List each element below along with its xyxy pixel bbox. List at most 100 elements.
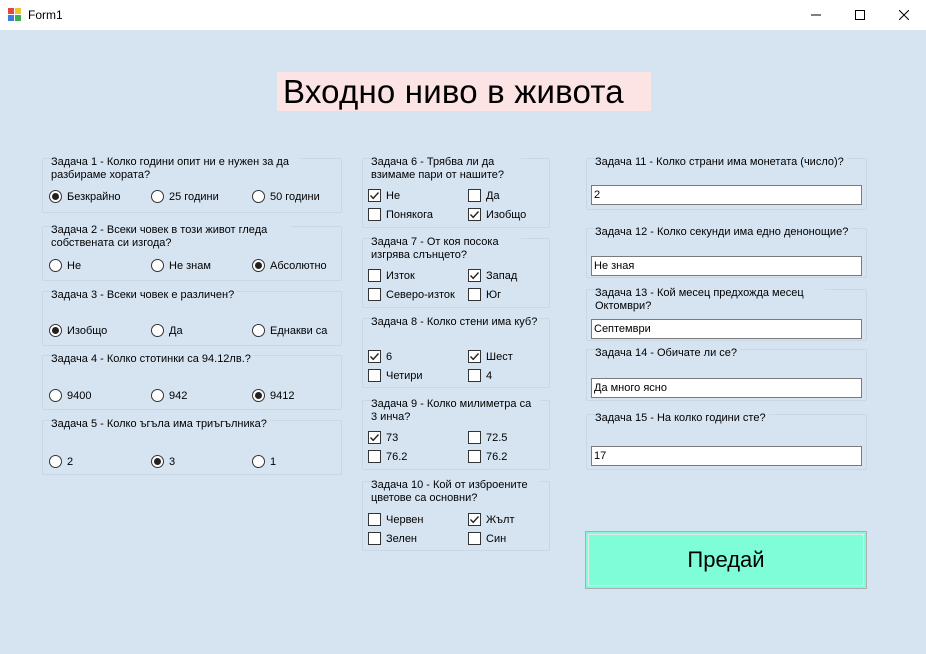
checkbox-option[interactable]: Северо-изток	[368, 288, 455, 301]
submit-button[interactable]: Предай	[585, 531, 867, 589]
radio-option[interactable]: 3	[151, 455, 175, 468]
radio-option[interactable]: Безкрайно	[49, 190, 121, 203]
radio-option[interactable]: 1	[252, 455, 276, 468]
checkbox[interactable]	[468, 369, 481, 382]
checkbox[interactable]	[368, 369, 381, 382]
checkbox[interactable]	[368, 208, 381, 221]
radio-option[interactable]: Да	[151, 324, 183, 337]
checkbox-option[interactable]: Син	[468, 532, 506, 545]
answer-input[interactable]: 2	[591, 185, 862, 205]
checkbox-option[interactable]: Жълт	[468, 513, 515, 526]
maximize-button[interactable]	[837, 0, 883, 30]
radio-option[interactable]: 9400	[49, 389, 91, 402]
checkbox-option[interactable]: 6	[368, 350, 392, 363]
answer-input[interactable]: Септември	[591, 319, 862, 339]
checkbox-option[interactable]: Изобщо	[468, 208, 526, 221]
question-group-1: Задача 1 - Колко години опит ни е нужен …	[42, 156, 342, 213]
option-label: 76.2	[386, 450, 408, 463]
checkbox-option[interactable]: 4	[468, 369, 492, 382]
radio-button[interactable]	[49, 259, 62, 272]
checkbox[interactable]	[468, 288, 481, 301]
question-group-12: Задача 12 - Колко секунди има едно денон…	[586, 226, 867, 278]
radio-button[interactable]	[151, 455, 164, 468]
option-label: 2	[67, 455, 74, 468]
checkbox[interactable]	[468, 532, 481, 545]
radio-button[interactable]	[252, 259, 265, 272]
checkbox[interactable]	[368, 513, 381, 526]
checkbox[interactable]	[368, 269, 381, 282]
radio-option[interactable]: 2	[49, 455, 73, 468]
radio-button[interactable]	[252, 190, 265, 203]
option-label: Не	[67, 259, 82, 272]
question-group-4: Задача 4 - Колко стотинки са 94.12лв.? 9…	[42, 353, 342, 410]
option-label: Зелен	[386, 532, 418, 545]
radio-button[interactable]	[151, 389, 164, 402]
checkbox-option[interactable]: Юг	[468, 288, 501, 301]
checkbox[interactable]	[368, 288, 381, 301]
radio-button[interactable]	[151, 190, 164, 203]
checkbox-option[interactable]: Зелен	[368, 532, 417, 545]
checkbox-option[interactable]: Шест	[468, 350, 513, 363]
maximize-icon	[855, 10, 865, 20]
checkbox[interactable]	[368, 189, 381, 202]
answer-input[interactable]: 17	[591, 446, 862, 466]
checkbox[interactable]	[468, 450, 481, 463]
checkbox-option[interactable]: Да	[468, 189, 500, 202]
radio-option[interactable]: Не	[49, 259, 81, 272]
radio-option[interactable]: Не знам	[151, 259, 211, 272]
radio-button[interactable]	[49, 455, 62, 468]
radio-option[interactable]: 25 години	[151, 190, 219, 203]
checkbox-option[interactable]: Четири	[368, 369, 423, 382]
checkbox[interactable]	[468, 350, 481, 363]
radio-button[interactable]	[151, 259, 164, 272]
checkbox[interactable]	[468, 189, 481, 202]
radio-button[interactable]	[49, 324, 62, 337]
radio-option[interactable]: Еднакви са	[252, 324, 327, 337]
checkbox-option[interactable]: 76.2	[368, 450, 407, 463]
checkbox-option[interactable]: 72.5	[468, 431, 507, 444]
option-label: 3	[169, 455, 176, 468]
checkbox[interactable]	[368, 350, 381, 363]
radio-button[interactable]	[252, 324, 265, 337]
radio-option[interactable]: Изобщо	[49, 324, 107, 337]
radio-button[interactable]	[252, 455, 265, 468]
checkbox[interactable]	[368, 431, 381, 444]
checkbox-option[interactable]: Понякога	[368, 208, 433, 221]
option-label: Не знам	[169, 259, 211, 272]
checkbox-option[interactable]: Запад	[468, 269, 517, 282]
radio-option[interactable]: 50 години	[252, 190, 320, 203]
question-title: Задача 2 - Всеки човек в този живот глед…	[51, 224, 291, 250]
window-titlebar[interactable]: Form1	[0, 0, 926, 30]
checkbox-option[interactable]: Изток	[368, 269, 415, 282]
question-title: Задача 14 - Обичате ли се?	[595, 347, 741, 360]
checkbox[interactable]	[468, 431, 481, 444]
checkbox-option[interactable]: Не	[368, 189, 400, 202]
radio-option[interactable]: 942	[151, 389, 187, 402]
close-button[interactable]	[881, 0, 926, 30]
checkbox[interactable]	[468, 208, 481, 221]
radio-button[interactable]	[151, 324, 164, 337]
checkbox[interactable]	[468, 269, 481, 282]
radio-button[interactable]	[49, 389, 62, 402]
question-group-7: Задача 7 - От коя посока изгрява слънцет…	[362, 236, 550, 308]
checkbox[interactable]	[468, 513, 481, 526]
checkbox[interactable]	[368, 450, 381, 463]
radio-option[interactable]: Абсолютно	[252, 259, 327, 272]
minimize-button[interactable]	[793, 0, 839, 30]
question-group-9: Задача 9 - Колко милиметра са 3 инча? 73…	[362, 398, 550, 470]
checkbox-option[interactable]: 76.2	[468, 450, 507, 463]
option-label: Понякога	[386, 208, 433, 221]
radio-button[interactable]	[252, 389, 265, 402]
question-title: Задача 13 - Кой месец предхожда месец Ок…	[595, 287, 825, 313]
checkbox[interactable]	[368, 532, 381, 545]
answer-input[interactable]: Да много ясно	[591, 378, 862, 398]
answer-input[interactable]: Не зная	[591, 256, 862, 276]
option-label: Запад	[486, 269, 518, 282]
option-label: 73	[386, 431, 399, 444]
checkbox-option[interactable]: 73	[368, 431, 398, 444]
radio-option[interactable]: 9412	[252, 389, 294, 402]
radio-button[interactable]	[49, 190, 62, 203]
option-label: Син	[486, 532, 507, 545]
checkbox-option[interactable]: Червен	[368, 513, 423, 526]
question-title: Задача 1 - Колко години опит ни е нужен …	[51, 156, 301, 182]
